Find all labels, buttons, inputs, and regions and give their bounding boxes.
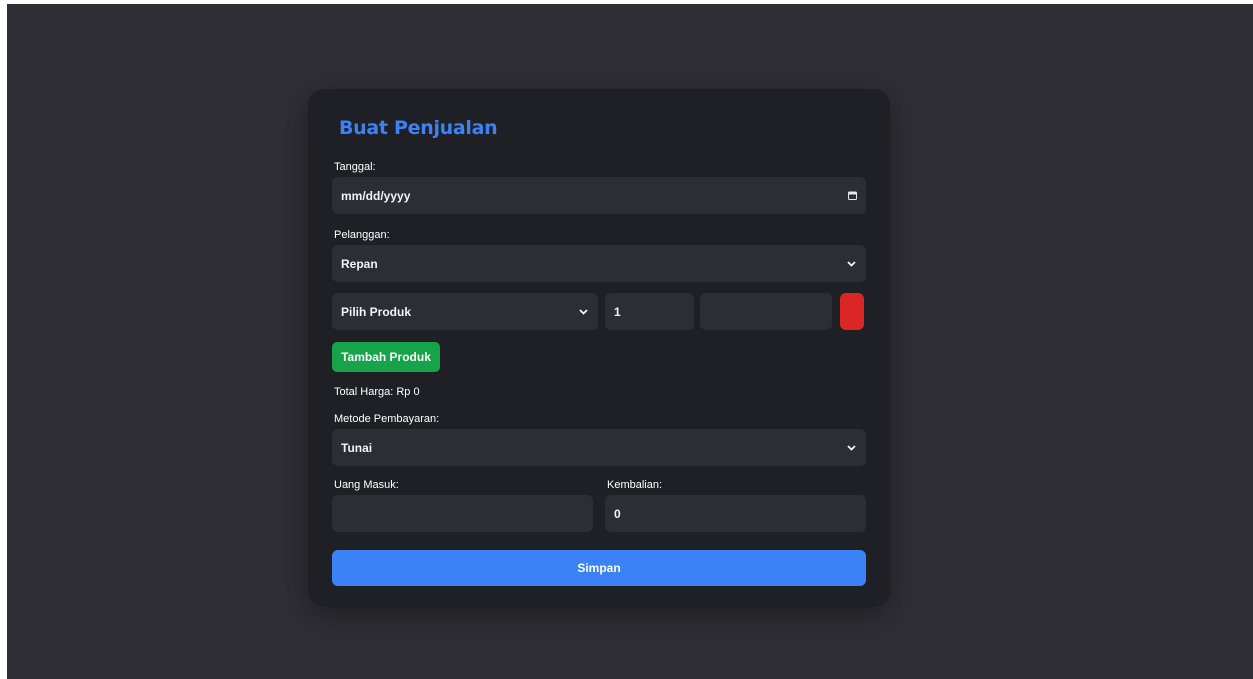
- chevron-down-icon: [845, 258, 857, 270]
- pelanggan-selected-value: Repan: [341, 256, 378, 271]
- quantity-input[interactable]: 1: [605, 293, 694, 330]
- tanggal-date-input[interactable]: mm/dd/yyyy: [332, 177, 866, 214]
- product-select[interactable]: Pilih Produk: [332, 293, 598, 330]
- kembalian-field[interactable]: 0: [605, 495, 866, 532]
- quantity-value: 1: [614, 304, 621, 319]
- form-title: Buat Penjualan: [339, 117, 498, 139]
- tanggal-label: Tanggal:: [334, 161, 376, 173]
- sales-form-card: Buat Penjualan Tanggal: mm/dd/yyyy Pelan…: [308, 89, 890, 607]
- total-price-text: Total Harga: Rp 0: [334, 386, 420, 398]
- kembalian-label: Kembalian:: [607, 479, 663, 491]
- payment-method-select[interactable]: Tunai: [332, 429, 866, 466]
- add-product-button[interactable]: Tambah Produk: [332, 342, 440, 372]
- chevron-down-icon: [845, 442, 857, 454]
- price-input[interactable]: [700, 293, 832, 330]
- product-selected-value: Pilih Produk: [341, 304, 412, 319]
- remove-product-button[interactable]: [840, 293, 864, 330]
- save-button[interactable]: Simpan: [332, 550, 866, 586]
- pelanggan-label: Pelanggan:: [334, 229, 390, 241]
- metode-pembayaran-label: Metode Pembayaran:: [334, 413, 440, 425]
- uang-masuk-input[interactable]: [332, 495, 593, 532]
- pelanggan-select[interactable]: Repan: [332, 245, 866, 282]
- calendar-icon[interactable]: [847, 191, 857, 201]
- chevron-down-icon: [577, 306, 589, 318]
- uang-masuk-label: Uang Masuk:: [334, 479, 399, 491]
- page-background: Buat Penjualan Tanggal: mm/dd/yyyy Pelan…: [7, 4, 1253, 679]
- kembalian-value: 0: [614, 506, 621, 521]
- payment-method-selected-value: Tunai: [341, 440, 373, 455]
- tanggal-placeholder: mm/dd/yyyy: [341, 188, 411, 203]
